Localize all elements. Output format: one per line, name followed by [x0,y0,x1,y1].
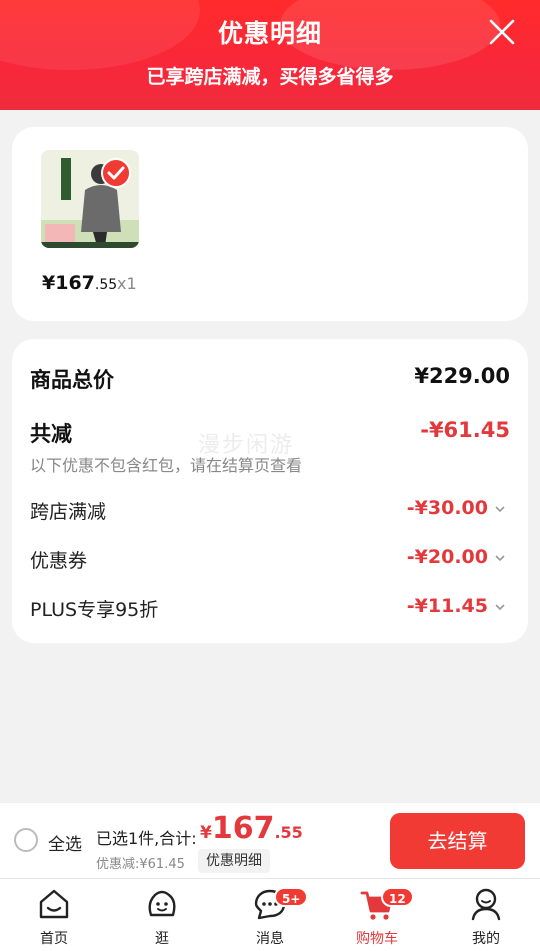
product-price: ¥167.55 [42,272,117,294]
chevron-down-icon [495,604,505,611]
header: 优惠明细 已享跨店满减，买得多省得多 [0,0,540,110]
selected-count-text: 已选1件,合计: [96,829,197,848]
discount-row[interactable]: PLUS专享95折 -¥11.45 [30,595,510,623]
discount-value: -¥20.00 [406,546,488,568]
checkout-button[interactable]: 去结算 [390,813,525,869]
chevron-down-icon [495,555,505,562]
total-reduce-row: 共减 -¥61.45 [30,418,510,448]
tab-messages[interactable]: 消息 5+ [230,885,310,948]
checkout-bar: 全选 已选1件,合计: ¥167.55 优惠减:¥61.45 优惠明细 去结算 [0,802,540,878]
total-reduce-value: -¥61.45 [420,418,510,442]
discount-row[interactable]: 优惠券 -¥20.00 [30,546,510,574]
product-quantity: x1 [117,274,137,293]
tab-home[interactable]: 首页 [14,885,94,948]
total-price-row: 商品总价 ¥229.00 [30,364,510,394]
close-icon [489,19,515,45]
total-integer: 167 [211,811,275,846]
tab-bar: 首页 逛 消息 5+ 购物车 12 我的 [0,878,540,951]
tab-label: 逛 [155,931,169,947]
total-amount: ¥167.55 [200,811,303,846]
price-symbol: ¥ [42,272,56,294]
tab-profile[interactable]: 我的 [446,885,526,948]
summary-card: 漫步闲游 商品总价 ¥229.00 共减 -¥61.45 以下优惠不包含红包，请… [12,339,528,643]
discount-detail-button[interactable]: 优惠明细 [198,849,270,873]
product-card: ¥167.55 x1 [12,127,528,321]
total-symbol: ¥ [200,823,212,843]
selected-check[interactable] [101,158,131,188]
total-decimal: .55 [274,823,303,842]
checkmark-icon [107,166,125,180]
cart-badge: 12 [381,887,414,907]
discount-note: 以下优惠不包含红包，请在结算页查看 [30,456,303,475]
page-title: 优惠明细 [217,19,322,48]
select-all-checkbox[interactable] [14,828,38,852]
discount-row[interactable]: 跨店满减 -¥30.00 [30,497,510,525]
close-button[interactable] [486,16,518,48]
home-icon [39,889,69,919]
tab-label: 首页 [40,931,68,947]
price-integer: 167 [55,272,95,294]
discount-value: -¥11.45 [406,595,488,617]
total-price-value: ¥229.00 [414,364,510,388]
message-badge: 5+ [274,887,309,907]
profile-icon [471,888,501,921]
discount-label: PLUS专享95折 [30,599,159,621]
face-icon [148,890,176,917]
tab-label: 消息 [256,931,284,947]
tab-explore[interactable]: 逛 [122,885,202,948]
tab-label: 购物车 [356,931,398,947]
discount-summary: 优惠减:¥61.45 [96,857,185,872]
tab-cart[interactable]: 购物车 12 [337,885,417,948]
chevron-down-icon [495,506,505,513]
select-all-label[interactable]: 全选 [48,830,82,855]
total-price-label: 商品总价 [30,368,114,392]
page-subtitle: 已享跨店满减，买得多省得多 [146,66,394,88]
price-decimal: .55 [94,277,118,293]
tab-label: 我的 [472,931,500,947]
total-reduce-label: 共减 [30,422,72,446]
discount-label: 跨店满减 [30,501,107,523]
discount-value: -¥30.00 [406,497,488,519]
discount-label: 优惠券 [30,550,88,572]
